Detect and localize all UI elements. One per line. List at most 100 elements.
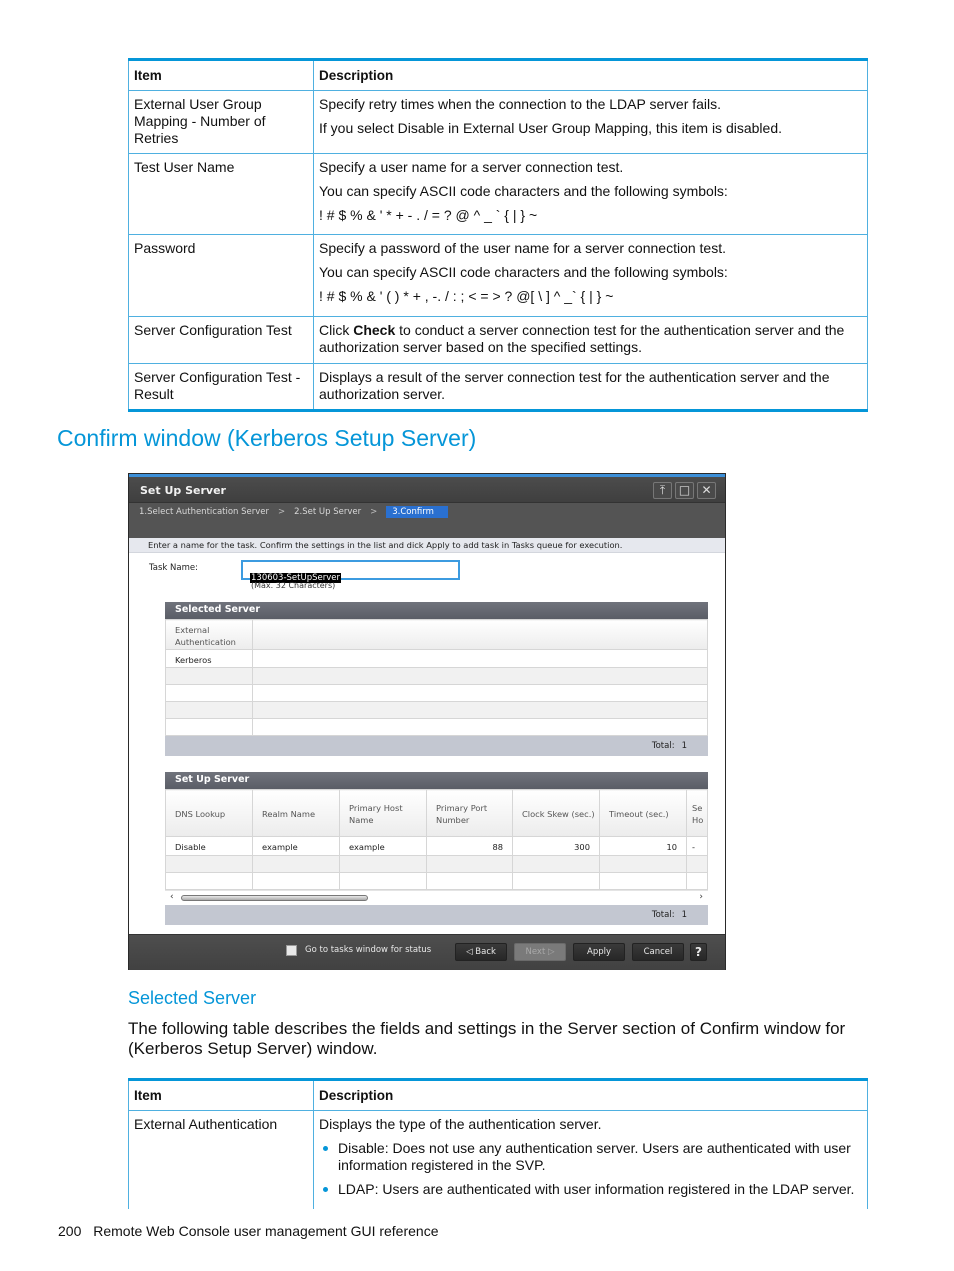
cell — [252, 872, 340, 890]
cell: 300 — [512, 836, 600, 856]
close-icon[interactable]: ✕ — [697, 482, 716, 499]
description-cell: Displays the type of the authentication … — [313, 1110, 868, 1209]
pin-icon[interactable]: ⤒ — [653, 482, 672, 499]
breadcrumb-separator: > — [370, 507, 378, 517]
column-header[interactable]: Primary Host Name — [339, 789, 427, 837]
parameters-table: Item Description External User Group Map… — [128, 58, 868, 412]
bullet-item: LDAP: Users are authenticated with user … — [319, 1181, 862, 1198]
column-header[interactable]: External Authentication — [165, 619, 253, 650]
set-up-server-window: Set Up Server ⤒ □ ✕ 1.Select Authenticat… — [128, 473, 726, 970]
cell — [252, 718, 708, 736]
breadcrumb-step-1: 1.Select Authentication Server — [139, 507, 270, 517]
apply-button[interactable]: Apply — [573, 943, 625, 961]
window-footer: Go to tasks window for status ◁ Back Nex… — [129, 934, 725, 970]
table-row[interactable]: Kerberos — [165, 649, 708, 668]
cell — [686, 855, 708, 873]
cell: example — [339, 836, 427, 856]
description-line: If you select Disable in External User G… — [319, 120, 782, 136]
window-titlebar: Set Up Server ⤒ □ ✕ — [129, 477, 725, 503]
header-item: Item — [128, 58, 314, 91]
scroll-left-icon[interactable]: ‹ — [170, 892, 174, 902]
header-item: Item — [128, 1078, 314, 1111]
item-cell: Test User Name — [128, 153, 314, 235]
wizard-breadcrumb: 1.Select Authentication Server > 2.Set U… — [139, 506, 448, 518]
setup-server-panel: Set Up Server DNS Lookup Realm Name Prim… — [165, 772, 708, 925]
symbols-line: ! # $ % & ' ( ) * + , -. / : ; < = > ? @… — [319, 288, 614, 304]
selected-server-panel: Selected Server External Authentication … — [165, 602, 708, 756]
footer-title: Remote Web Console user management GUI r… — [93, 1223, 439, 1239]
table-header-row: DNS Lookup Realm Name Primary Host Name … — [165, 789, 708, 837]
description-text: Click — [319, 322, 354, 338]
scroll-right-icon[interactable]: › — [699, 892, 703, 902]
panel-title: Set Up Server — [165, 772, 708, 789]
table-row[interactable]: Disable example example 88 300 10 - — [165, 836, 708, 856]
table-row — [165, 872, 708, 890]
item-cell: Password — [128, 234, 314, 317]
maximize-icon[interactable]: □ — [675, 482, 694, 499]
column-header[interactable]: Se Ho — [686, 789, 708, 837]
table-header-row: Item Description — [128, 58, 868, 91]
symbols-line: ! # $ % & ' * + - . / = ? @ ^ _ ` { | } … — [319, 207, 538, 223]
column-header-blank — [252, 619, 708, 650]
table-row: External User Group Mapping - Number of … — [128, 90, 868, 154]
subheading: Selected Server — [128, 988, 257, 1008]
cell — [339, 872, 427, 890]
cell — [165, 684, 253, 702]
breadcrumb-separator: > — [278, 507, 286, 517]
selected-server-description-table: Item Description External Authentication… — [128, 1078, 868, 1209]
table-row: Server Configuration Test Click Check to… — [128, 316, 868, 364]
breadcrumb-step-3-active: 3.Confirm — [386, 506, 448, 518]
go-to-tasks-checkbox[interactable] — [286, 945, 297, 956]
table-row — [165, 667, 708, 685]
horizontal-scrollbar[interactable]: ‹ › — [165, 890, 708, 905]
page-footer: 200 Remote Web Console user management G… — [58, 1223, 439, 1239]
cell — [686, 872, 708, 890]
back-button[interactable]: ◁ Back — [455, 943, 507, 961]
breadcrumb-step-2: 2.Set Up Server — [294, 507, 362, 517]
column-header[interactable]: DNS Lookup — [165, 789, 253, 837]
intro-paragraph: The following table describes the fields… — [128, 1019, 846, 1058]
total-bar: Total: 1 — [165, 905, 708, 925]
cancel-button[interactable]: Cancel — [632, 943, 684, 961]
item-cell: External User Group Mapping - Number of … — [128, 90, 314, 154]
cell — [252, 684, 708, 702]
cell — [252, 649, 708, 668]
total-label: Total: — [651, 741, 675, 751]
description-line: You can specify ASCII code characters an… — [319, 183, 728, 199]
item-cell: Server Configuration Test - Result — [128, 363, 314, 412]
cell: example — [252, 836, 340, 856]
next-button[interactable]: Next ▷ — [514, 943, 566, 961]
description-cell: Specify retry times when the connection … — [313, 90, 868, 154]
table-header-row: External Authentication — [165, 619, 708, 650]
cell — [426, 872, 513, 890]
table-row: Password Specify a password of the user … — [128, 234, 868, 317]
column-header[interactable]: Realm Name — [252, 789, 340, 837]
bullet-item: Disable: Does not use any authentication… — [319, 1140, 862, 1174]
column-header[interactable]: Primary Port Number — [426, 789, 513, 837]
cell — [339, 855, 427, 873]
cell — [252, 855, 340, 873]
scrollbar-thumb[interactable] — [181, 895, 368, 901]
cell — [252, 667, 708, 685]
bullet-list: Disable: Does not use any authentication… — [319, 1140, 862, 1198]
total-count: 1 — [681, 741, 687, 751]
cell — [599, 872, 687, 890]
column-header[interactable]: Timeout (sec.) — [599, 789, 687, 837]
total-label: Total: — [651, 910, 675, 920]
cell: Disable — [165, 836, 253, 856]
task-name-input[interactable]: 130603-SetUpServer — [241, 560, 460, 583]
item-cell: External Authentication — [128, 1110, 314, 1209]
cell — [165, 855, 253, 873]
cell — [426, 855, 513, 873]
column-header[interactable]: Clock Skew (sec.) — [512, 789, 600, 837]
item-cell: Server Configuration Test — [128, 316, 314, 364]
cell — [165, 701, 253, 719]
setup-server-table: DNS Lookup Realm Name Primary Host Name … — [165, 789, 708, 890]
description-cell: Click Check to conduct a server connecti… — [313, 316, 868, 364]
description-line: Specify a user name for a server connect… — [319, 159, 624, 175]
cell — [599, 855, 687, 873]
cell — [165, 718, 253, 736]
help-icon[interactable]: ? — [690, 943, 707, 961]
description-text: to conduct a server connection test for … — [319, 322, 845, 355]
window-controls: ⤒ □ ✕ — [653, 482, 716, 499]
